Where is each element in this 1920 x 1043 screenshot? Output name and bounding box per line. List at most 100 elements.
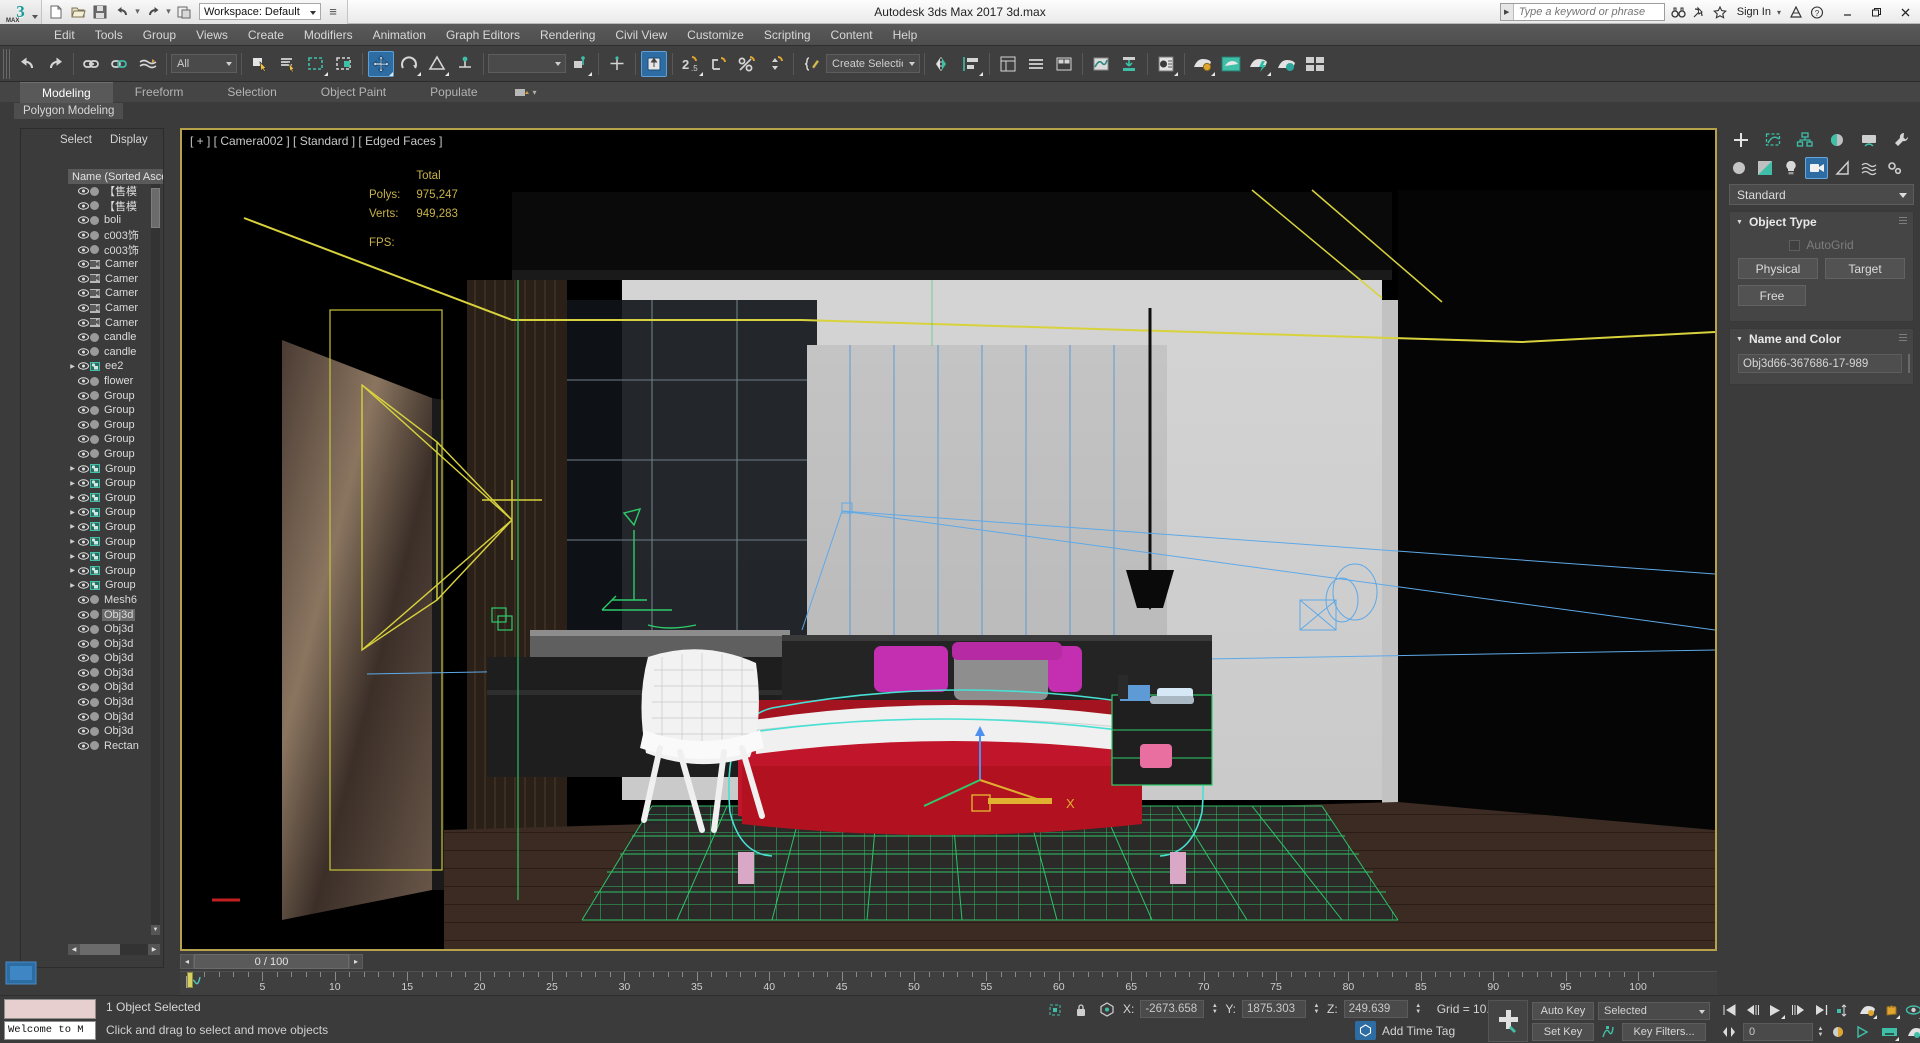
spinner-snap-toggle-button[interactable] [762,51,788,77]
shapes-category[interactable] [1753,157,1776,179]
name-and-color-collapse-icon[interactable]: ▼ [1736,336,1743,343]
visibility-eye-icon[interactable] [77,742,90,750]
snaps-toggle-button[interactable]: 2.5 [678,51,704,77]
explorer-vertical-scrollbar[interactable] [151,184,160,935]
visibility-eye-icon[interactable] [77,289,90,298]
object-name-input[interactable] [1738,354,1902,373]
viewport-config-button[interactable] [4,960,44,988]
select-and-move-button[interactable] [368,50,394,77]
scene-explorer-row[interactable]: Obj3d [68,680,154,695]
key-step-toggle-icon[interactable] [1718,1023,1740,1042]
visibility-eye-icon[interactable] [77,187,90,195]
scene-explorer-row[interactable]: 【售模 [68,184,154,199]
scene-explorer-row[interactable]: ▶ Group [68,476,154,491]
selection-lock-toggle-icon[interactable] [1071,1000,1091,1019]
expand-arrow-icon[interactable]: ▶ [68,567,77,574]
explorer-horizontal-scrollbar[interactable]: ◀ ▶ [68,944,160,955]
undo-button[interactable] [14,51,40,77]
scene-explorer-row[interactable]: boli [68,213,154,228]
visibility-eye-icon[interactable] [77,494,90,502]
x-spinner[interactable]: ▲ ▼ [1210,1000,1219,1018]
select-and-link-button[interactable] [79,51,105,77]
menu-help[interactable]: Help [883,25,928,45]
scene-explorer-row[interactable]: ▶ Group [68,549,154,564]
named-selection-sets-combo[interactable]: Create Selection Se [826,54,920,73]
scene-explorer-row[interactable]: Group [68,388,154,403]
visibility-eye-icon[interactable] [77,698,90,706]
scene-explorer-row[interactable]: Camer [68,301,154,316]
visibility-eye-icon[interactable] [77,523,90,531]
y-coordinate-field[interactable]: 1875.303 [1242,1000,1307,1018]
search-input[interactable] [1513,4,1664,20]
z-coordinate-field[interactable]: 249.639 [1343,1000,1408,1018]
reference-coordinate-system-combo[interactable] [488,54,566,73]
scene-explorer-row[interactable]: Obj3d [68,724,154,739]
autogrid-checkbox[interactable] [1789,239,1801,251]
menu-edit[interactable]: Edit [44,25,85,45]
use-pivot-point-center-button[interactable] [567,51,593,77]
scene-explorer-row[interactable]: Group [68,447,154,462]
sign-in-button[interactable]: Sign In [1731,6,1777,18]
menu-views[interactable]: Views [186,25,238,45]
current-frame-input[interactable]: 0 [1743,1023,1813,1041]
percent-snap-toggle-button[interactable] [734,51,760,77]
auto-key-button[interactable]: Auto Key [1532,1001,1594,1020]
select-object-button[interactable] [247,51,273,77]
zoom-all-button[interactable] [1853,1023,1875,1042]
z-spinner[interactable]: ▲ ▼ [1414,1000,1423,1018]
close-button[interactable] [1891,1,1920,24]
maxscript-listener-input[interactable]: Welcome to M [4,1021,96,1040]
hierarchy-tab[interactable] [1789,128,1820,153]
render-iterative-button[interactable] [1274,51,1300,77]
visibility-eye-icon[interactable] [77,421,90,429]
select-by-name-button[interactable] [275,51,301,77]
scene-explorer-row[interactable]: flower [68,374,154,389]
visibility-eye-icon[interactable] [77,464,90,473]
physical-camera-button[interactable]: Physical [1738,258,1818,279]
use-selection-center-button[interactable] [604,51,630,77]
bind-to-space-warp-button[interactable] [135,51,161,77]
menu-tools[interactable]: Tools [85,25,133,45]
visibility-eye-icon[interactable] [77,435,90,444]
frame-spinner[interactable]: ▲ ▼ [1816,1023,1825,1041]
free-camera-button[interactable]: Free [1738,285,1806,306]
search-expand-icon[interactable]: ▶ [1500,4,1514,20]
scene-explorer-row[interactable]: ▶ Group [68,563,154,578]
lights-category[interactable] [1779,157,1802,179]
visibility-eye-icon[interactable] [77,377,90,385]
time-configuration-button[interactable] [1856,1001,1878,1020]
explorer-hscroll-thumb[interactable] [80,944,120,955]
visibility-eye-icon[interactable] [77,333,90,341]
rectangular-selection-region-button[interactable] [303,51,329,77]
angle-snap-toggle-button[interactable] [706,51,732,77]
maxscript-listener-output[interactable] [4,999,96,1019]
target-camera-button[interactable]: Target [1825,258,1905,279]
object-color-swatch[interactable] [1908,354,1910,373]
scene-explorer-row[interactable]: Camer [68,272,154,287]
previous-frame-button[interactable]: ◂ [180,954,194,969]
ribbon-subtab-polygon-modeling[interactable]: Polygon Modeling [14,103,124,119]
zoom-extents-button[interactable] [1878,1023,1900,1042]
visibility-eye-icon[interactable] [77,712,90,721]
display-tab[interactable] [1853,128,1884,153]
pan-view-button[interactable] [1879,1001,1901,1020]
set-key-button[interactable]: Set Key [1532,1022,1594,1041]
unlink-selection-button[interactable] [107,51,133,77]
space-warps-category[interactable] [1857,157,1880,179]
scene-explorer-row[interactable]: Group [68,432,154,447]
visibility-eye-icon[interactable] [77,260,90,268]
y-spinner[interactable]: ▲ ▼ [1312,1000,1321,1018]
scene-explorer-row[interactable]: ▶ Group [68,534,154,549]
visibility-eye-icon[interactable] [77,683,90,692]
name-and-color-header[interactable]: ▼ Name and Color [1730,329,1913,349]
expand-arrow-icon[interactable]: ▶ [68,480,77,487]
scene-explorer-row[interactable]: ▶ Group [68,461,154,476]
align-button[interactable] [958,51,984,77]
scene-explorer-row[interactable]: Obj3d [68,651,154,666]
menu-customize[interactable]: Customize [677,25,754,45]
scene-explorer-row[interactable]: 【售模 [68,199,154,214]
scene-explorer-row[interactable]: Mesh6 [68,593,154,608]
field-of-view-button[interactable] [1903,1023,1920,1042]
systems-category[interactable] [1883,157,1906,179]
visibility-eye-icon[interactable] [77,391,90,400]
